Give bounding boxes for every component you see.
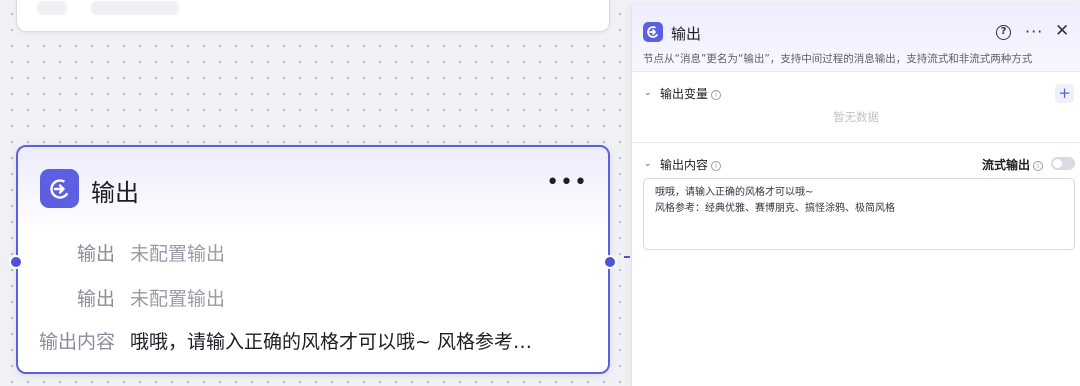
help-icon[interactable]: ?	[996, 25, 1011, 40]
input-port-handle[interactable]	[9, 255, 23, 269]
output-node-icon	[40, 169, 79, 208]
node-title: 输出	[91, 179, 139, 207]
chevron-down-icon[interactable]: ⌄	[644, 159, 652, 169]
panel-title: 输出	[671, 25, 702, 43]
stream-output-text: 流式输出	[982, 158, 1031, 172]
previous-node-card[interactable]	[16, 0, 610, 32]
arrow-right-circle-icon	[49, 178, 70, 199]
info-icon[interactable]: i	[711, 161, 722, 171]
output-variables-title[interactable]: 输出变量 i	[660, 85, 722, 102]
close-icon[interactable]: ✕	[1055, 21, 1069, 41]
node-row-label: 输出	[76, 243, 115, 265]
stream-output-toggle[interactable]	[1051, 157, 1075, 170]
more-icon[interactable]: ···	[1025, 22, 1043, 41]
output-content-title[interactable]: 输出内容 i	[660, 156, 722, 173]
previous-node-value	[91, 1, 179, 15]
panel-node-icon	[643, 22, 663, 42]
info-icon[interactable]: i	[1033, 161, 1044, 171]
node-more-button[interactable]: •••	[546, 172, 588, 194]
output-port-handle[interactable]	[603, 255, 617, 269]
empty-state-text: 暂无数据	[833, 110, 879, 124]
stream-output-label: 流式输出 i	[982, 156, 1044, 173]
node-row-value: 未配置输出	[130, 243, 226, 265]
panel-header: 输出 ? ··· ✕ 节点从“消息”更名为“输出”，支持中间过程的消息输出，支持…	[632, 6, 1080, 72]
chevron-down-icon[interactable]: ⌄	[644, 88, 652, 98]
node-row-label: 输出内容	[38, 331, 115, 353]
add-variable-button[interactable]: +	[1055, 84, 1074, 103]
toggle-knob	[1053, 159, 1062, 168]
output-content-label: 输出内容	[660, 158, 709, 172]
node-row-value: 哦哦，请输入正确的风格才可以哦~ 风格参考…	[130, 331, 532, 353]
node-row-value: 未配置输出	[130, 288, 226, 310]
node-row-label: 输出	[76, 288, 115, 310]
editor-line: 哦哦，请输入正确的风格才可以哦~	[655, 187, 814, 198]
editor-line: 风格参考：经典优雅、赛博朋克、搞怪涂鸦、极简风格	[655, 203, 895, 214]
panel-description: 节点从“消息”更名为“输出”，支持中间过程的消息输出，支持流式和非流式两种方式	[643, 53, 1033, 65]
info-icon[interactable]: i	[711, 90, 722, 100]
node-config-panel: 输出 ? ··· ✕ 节点从“消息”更名为“输出”，支持中间过程的消息输出，支持…	[631, 6, 1080, 386]
section-divider	[632, 142, 1080, 143]
previous-node-tag	[37, 1, 67, 15]
arrow-right-circle-icon	[647, 26, 659, 38]
output-node-card[interactable]: 输出 ••• 输出 未配置输出 输出 未配置输出 输出内容 哦哦，请输入正确的风…	[9, 145, 617, 374]
output-content-editor[interactable]: 哦哦，请输入正确的风格才可以哦~ 风格参考：经典优雅、赛博朋克、搞怪涂鸦、极简风…	[643, 178, 1075, 250]
output-variables-label: 输出变量	[660, 87, 709, 101]
connection-edge	[624, 256, 630, 258]
